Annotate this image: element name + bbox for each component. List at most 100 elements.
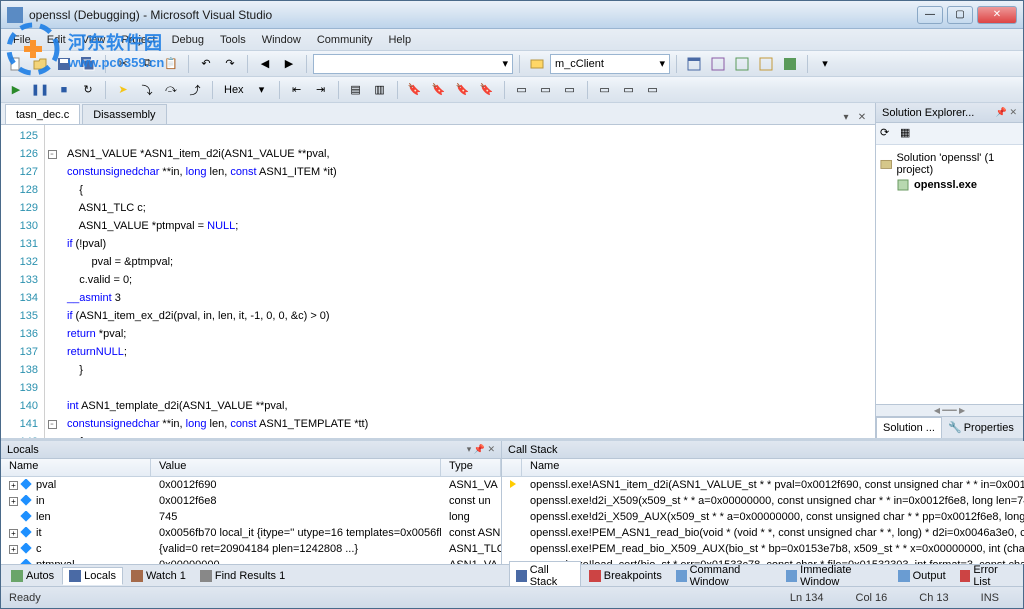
code-body[interactable]: ASN1_VALUE *ASN1_item_d2i(ASN1_VALUE **p… (59, 125, 875, 438)
step-over-button[interactable]: ⤼ (160, 79, 182, 101)
tab-find-results[interactable]: Find Results 1 (194, 568, 291, 584)
bottom-panels: Locals ▾ 📌 ✕ Name Value Type +pval0x0012f… (1, 438, 1023, 564)
tab-watch1[interactable]: Watch 1 (125, 568, 192, 584)
nav-forward-button[interactable]: ▶ (278, 53, 300, 75)
tab-locals[interactable]: Locals (62, 567, 123, 585)
menu-tools[interactable]: Tools (212, 32, 254, 48)
win2-icon[interactable] (707, 53, 729, 75)
tab-properties[interactable]: 🔧Properties (942, 417, 1020, 438)
menu-debug[interactable]: Debug (164, 32, 212, 48)
stack-row[interactable]: openssl.exe!ASN1_item_d2i(ASN1_VALUE_st … (502, 477, 1024, 493)
col-stack-name[interactable]: Name (522, 459, 1024, 476)
hex-button[interactable]: Hex (219, 79, 249, 101)
win-d[interactable]: ▭ (594, 79, 616, 101)
solution-root[interactable]: Solution 'openssl' (1 project) (880, 151, 1019, 177)
stack-grid[interactable]: Name Lang openssl.exe!ASN1_item_d2i(ASN1… (502, 459, 1024, 564)
locals-row[interactable]: ptmpval0x00000000ASN1_VA (1, 557, 501, 564)
fold-column[interactable]: -- (45, 125, 59, 438)
status-col: Col 16 (840, 592, 904, 604)
main-area: tasn_dec.c Disassembly ▾ ✕ 1251261271281… (1, 103, 1023, 438)
tab-solution-explorer[interactable]: Solution ... (876, 417, 942, 438)
solution-tree[interactable]: Solution 'openssl' (1 project) openssl.e… (876, 145, 1023, 404)
tab-dropdown-icon[interactable]: ▾ (839, 110, 853, 124)
stack-row[interactable]: openssl.exe!PEM_read_bio_X509_AUX(bio_st… (502, 541, 1024, 557)
win-f[interactable]: ▭ (642, 79, 664, 101)
redo-button[interactable]: ↷ (219, 53, 241, 75)
col-value[interactable]: Value (151, 459, 441, 476)
solution-icon[interactable] (526, 53, 548, 75)
tab-breakpoints[interactable]: Breakpoints (583, 568, 668, 584)
minimize-button[interactable]: ― (917, 6, 943, 24)
col-name[interactable]: Name (1, 459, 151, 476)
win-a[interactable]: ▭ (511, 79, 533, 101)
tab-disassembly[interactable]: Disassembly (82, 104, 166, 124)
win-b[interactable]: ▭ (535, 79, 557, 101)
restart-button[interactable]: ↻ (77, 79, 99, 101)
window-title: openssl (Debugging) - Microsoft Visual S… (29, 8, 917, 22)
bookmark-clear-button[interactable]: 🔖 (476, 79, 498, 101)
locals-row[interactable]: len745long (1, 509, 501, 525)
find-combo[interactable]: ▾ (313, 54, 513, 74)
menu-community[interactable]: Community (309, 32, 381, 48)
config-combo[interactable]: m_cClient▾ (550, 54, 670, 74)
stack-row[interactable]: openssl.exe!PEM_ASN1_read_bio(void * (vo… (502, 525, 1024, 541)
call-stack-panel: Call Stack▾ 📌 ✕ Name Lang openssl.exe!AS… (502, 441, 1024, 564)
start-debug-button[interactable]: ▶ (5, 79, 27, 101)
uncomment-button[interactable]: ▥ (369, 79, 391, 101)
locals-row[interactable]: +it0x0056fb70 local_it {itype='' utype=1… (1, 525, 501, 541)
locals-grid[interactable]: Name Value Type +pval0x0012f690ASN1_VA+i… (1, 459, 501, 564)
bookmark-prev-button[interactable]: 🔖 (452, 79, 474, 101)
win1-icon[interactable] (683, 53, 705, 75)
app-icon (7, 7, 23, 23)
pause-button[interactable]: ❚❚ (29, 79, 51, 101)
menu-window[interactable]: Window (254, 32, 309, 48)
side-panel-tabs: Solution ... 🔧Properties (876, 416, 1023, 438)
tab-tasn-dec[interactable]: tasn_dec.c (5, 104, 80, 124)
maximize-button[interactable]: ▢ (947, 6, 973, 24)
status-ins: INS (965, 592, 1015, 604)
main-window: openssl (Debugging) - Microsoft Visual S… (0, 0, 1024, 609)
locals-title: Locals (7, 444, 39, 456)
win-e[interactable]: ▭ (618, 79, 640, 101)
comment-button[interactable]: ▤ (345, 79, 367, 101)
editor-column: tasn_dec.c Disassembly ▾ ✕ 1251261271281… (1, 103, 875, 438)
win6-icon[interactable]: ▾ (814, 53, 836, 75)
project-item[interactable]: openssl.exe (880, 177, 1019, 193)
locals-row[interactable]: +pval0x0012f690ASN1_VA (1, 477, 501, 493)
solution-tb-icon[interactable]: ⟳ (880, 126, 896, 142)
locals-panel: Locals ▾ 📌 ✕ Name Value Type +pval0x0012f… (1, 441, 502, 564)
undo-button[interactable]: ↶ (195, 53, 217, 75)
locals-row[interactable]: +c{valid=0 ret=20904184 plen=1242808 ...… (1, 541, 501, 557)
bookmark-next-button[interactable]: 🔖 (428, 79, 450, 101)
pin-icon[interactable]: 📌 ✕ (996, 107, 1017, 118)
solution-tb-icon2[interactable]: ▦ (900, 126, 916, 142)
win4-icon[interactable] (755, 53, 777, 75)
watermark-overlay: 河东软件园 www.pc0359.cn (6, 22, 164, 76)
solution-explorer-title[interactable]: Solution Explorer... 📌 ✕ (876, 103, 1023, 123)
col-type[interactable]: Type (441, 459, 501, 476)
indent-more-button[interactable]: ⇥ (310, 79, 332, 101)
win5-icon[interactable] (779, 53, 801, 75)
win-c[interactable]: ▭ (559, 79, 581, 101)
stack-row[interactable]: openssl.exe!d2i_X509(x509_st * * a=0x000… (502, 493, 1024, 509)
show-next-button[interactable]: ➤ (112, 79, 134, 101)
close-button[interactable]: ✕ (977, 6, 1017, 24)
nav-back-button[interactable]: ◀ (254, 53, 276, 75)
status-ch: Ch 13 (903, 592, 964, 604)
code-editor[interactable]: 1251261271281291301311321331341351361371… (1, 125, 875, 438)
step-out-button[interactable]: ⤴ (184, 79, 206, 101)
win3-icon[interactable] (731, 53, 753, 75)
step-into-button[interactable]: ⤵ (136, 79, 158, 101)
indent-less-button[interactable]: ⇤ (286, 79, 308, 101)
debug-dropdown[interactable]: ▾ (251, 79, 273, 101)
stack-row[interactable]: openssl.exe!d2i_X509_AUX(x509_st * * a=0… (502, 509, 1024, 525)
stack-tabstrip: Call Stack Breakpoints Command Window Im… (505, 564, 1023, 586)
locals-pin[interactable]: ▾ 📌 ✕ (467, 444, 495, 455)
bookmark-button[interactable]: 🔖 (404, 79, 426, 101)
menu-help[interactable]: Help (380, 32, 419, 48)
tab-output[interactable]: Output (892, 568, 952, 584)
stop-button[interactable]: ■ (53, 79, 75, 101)
tab-close-icon[interactable]: ✕ (855, 110, 869, 124)
tab-autos[interactable]: Autos (5, 568, 60, 584)
locals-row[interactable]: +in0x0012f6e8const un (1, 493, 501, 509)
